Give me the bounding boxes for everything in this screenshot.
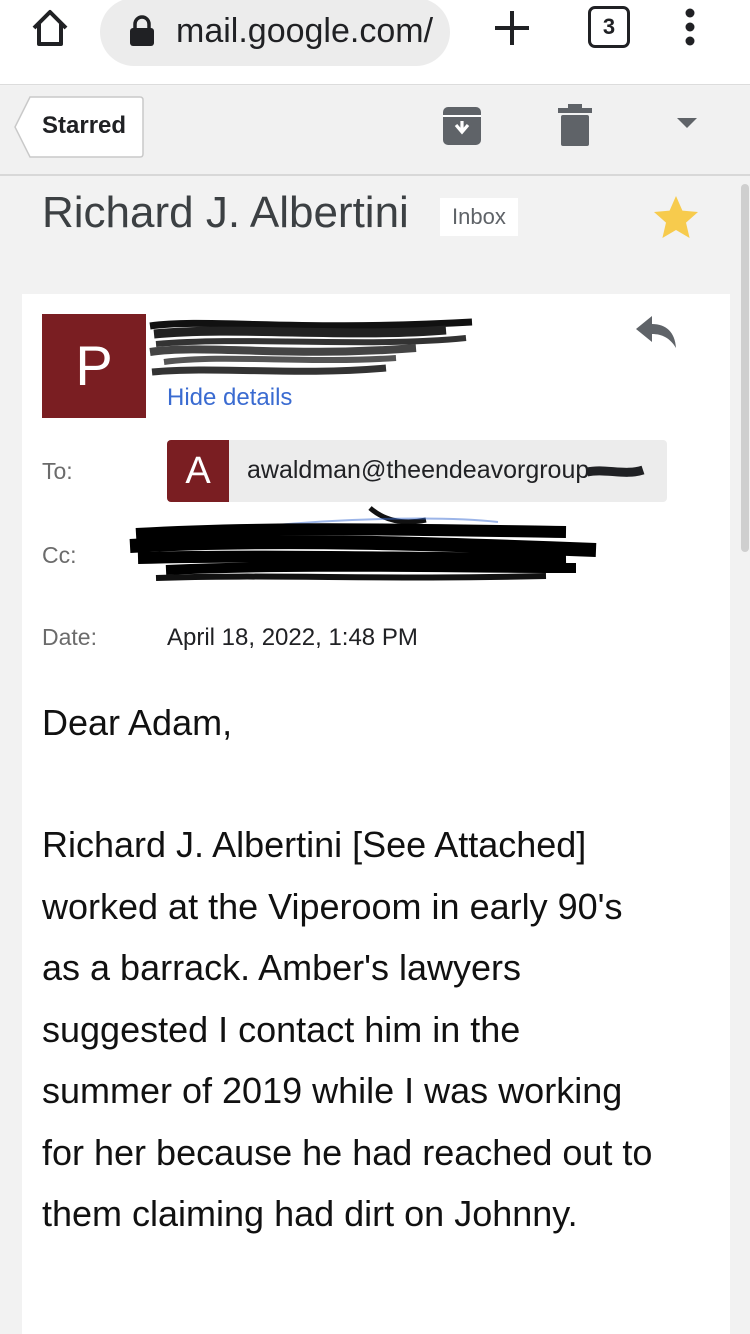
to-label: To: — [42, 458, 73, 484]
dropdown-arrow-icon[interactable] — [676, 116, 698, 130]
scrollbar[interactable] — [741, 184, 749, 552]
gmail-toolbar: Starred — [0, 86, 750, 176]
lock-icon — [128, 14, 156, 48]
new-tab-button[interactable] — [490, 6, 534, 50]
body-line: as a barrack. Amber's lawyers — [42, 947, 522, 988]
cc-label: Cc: — [42, 542, 77, 568]
trash-icon[interactable] — [558, 104, 592, 146]
kebab-menu-icon[interactable] — [678, 6, 702, 50]
email-card: P Hide details To: A awaldman@theendeavo… — [22, 294, 730, 1334]
body-line: summer of 2019 while I was working — [42, 1070, 623, 1111]
sender-redaction — [146, 308, 476, 393]
email-greeting: Dear Adam, — [42, 702, 233, 743]
tab-switcher-button[interactable]: 3 — [588, 6, 630, 48]
star-icon[interactable] — [652, 194, 700, 242]
recipient-address: awaldman@theendeavorgroup — [247, 456, 590, 484]
cc-redaction — [126, 504, 606, 591]
email-subject: Richard J. Albertini — [42, 188, 409, 237]
body-line: suggested I contact him in the — [42, 1008, 521, 1050]
back-label: Starred — [42, 112, 127, 139]
browser-toolbar: mail.google.com/ 3 — [0, 0, 750, 85]
body-line: for her because he had reached out to — [42, 1131, 653, 1173]
sender-avatar: P — [42, 314, 146, 418]
hide-details-link[interactable]: Hide details — [167, 384, 292, 412]
body-line: them claiming had dirt on Johnny. — [42, 1193, 578, 1234]
inbox-label-badge[interactable]: Inbox — [440, 198, 518, 236]
date-value: April 18, 2022, 1:48 PM — [167, 624, 418, 651]
archive-icon[interactable] — [442, 106, 482, 146]
address-redaction — [586, 465, 645, 477]
date-label: Date: — [42, 624, 97, 650]
recipient-chip[interactable]: A awaldman@theendeavorgroup — [167, 440, 667, 502]
url-text: mail.google.com/ — [176, 12, 434, 50]
plus-icon — [495, 11, 529, 45]
reply-icon[interactable] — [634, 314, 678, 350]
body-line: worked at the Viperoom in early 90's — [42, 885, 623, 927]
body-line: Richard J. Albertini [See Attached] — [42, 824, 587, 865]
address-bar[interactable]: mail.google.com/ — [100, 0, 450, 66]
recipient-avatar: A — [167, 440, 229, 502]
email-body: Richard J. Albertini [See Attached] work… — [42, 814, 722, 1245]
home-icon[interactable] — [28, 6, 72, 50]
